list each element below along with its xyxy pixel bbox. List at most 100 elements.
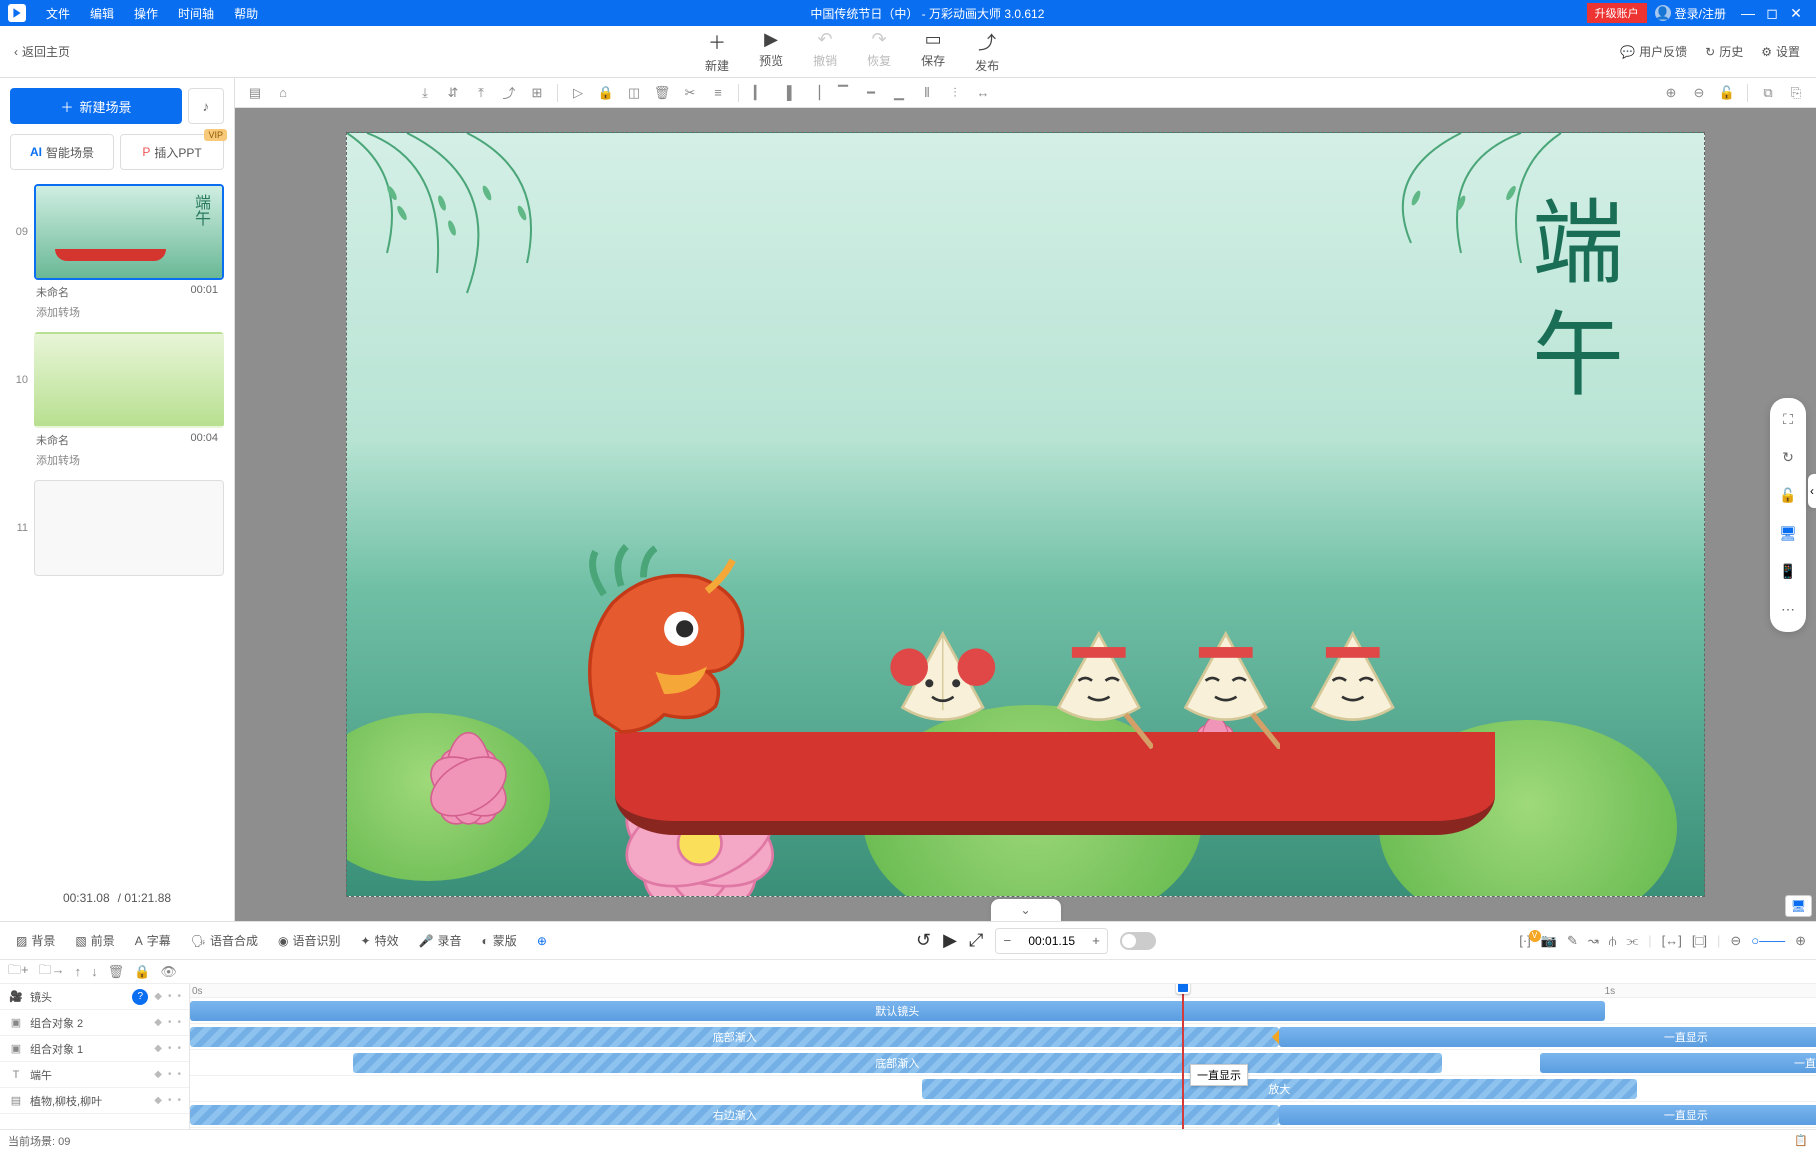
timeline-bar[interactable]: 一直显示	[1540, 1053, 1816, 1073]
bracket-icon[interactable]: [↔]	[1662, 933, 1682, 949]
time-plus-button[interactable]: +	[1085, 929, 1107, 953]
unlock-icon[interactable]: 🔓	[1776, 484, 1800, 508]
align-icon[interactable]: ≡	[706, 81, 730, 105]
desktop-view-icon[interactable]: 🖥	[1776, 522, 1800, 546]
account-button[interactable]: 👤 登录/注册	[1655, 5, 1726, 22]
paste-icon[interactable]: 📋	[1794, 1134, 1808, 1147]
redo-button[interactable]: ↷恢复	[867, 29, 891, 74]
rotate-icon[interactable]: ↻	[1776, 446, 1800, 470]
delete-icon[interactable]: 🗑	[650, 81, 674, 105]
tts-tab[interactable]: 🗣语音合成	[185, 932, 264, 949]
clip-icon[interactable]: ✂	[678, 81, 702, 105]
scene-thumbnail[interactable]: 端午	[34, 184, 224, 280]
collapse-button[interactable]: ⌄	[990, 899, 1060, 921]
expand-button[interactable]: ⤢	[969, 930, 983, 951]
track-row[interactable]: ▣组合对象 1◆••	[0, 1036, 189, 1062]
playhead[interactable]	[1182, 984, 1184, 1129]
mobile-view-icon[interactable]: 📱	[1776, 560, 1800, 584]
track-row[interactable]: T端午◆••	[0, 1062, 189, 1088]
align-icon[interactable]: ⤴	[497, 81, 521, 105]
lock-icon[interactable]: 🔒	[594, 81, 618, 105]
fg-tab[interactable]: ▧前景	[69, 932, 120, 949]
align-middle-icon[interactable]: ━	[859, 81, 883, 105]
new-scene-button[interactable]: ＋新建场景	[10, 88, 182, 124]
align-center-icon[interactable]: ▐	[775, 81, 799, 105]
canvas-title-text[interactable]: 端午	[1503, 194, 1636, 418]
music-button[interactable]: ♪	[188, 88, 224, 124]
zoom-in-icon[interactable]: ⊕	[1795, 933, 1806, 949]
bracket-icon[interactable]: [□]	[1692, 933, 1707, 949]
bg-tab[interactable]: ▨背景	[10, 932, 61, 949]
delete-icon[interactable]: 🗑	[108, 964, 125, 980]
camera-icon[interactable]: 📷	[1541, 933, 1557, 949]
move-up-icon[interactable]: ↑	[75, 964, 82, 979]
history-button[interactable]: ↻历史	[1705, 43, 1743, 60]
smart-scene-button[interactable]: AI智能场景	[10, 134, 114, 170]
more-button[interactable]: ⊕	[531, 934, 553, 948]
time-input[interactable]: − 00:01.15 +	[995, 928, 1108, 954]
add-item-icon[interactable]: 🗀→	[39, 961, 65, 983]
align-top-icon[interactable]: ▔	[831, 81, 855, 105]
align-bottom-icon[interactable]: ▁	[887, 81, 911, 105]
undo-button[interactable]: ↶撤销	[813, 29, 837, 74]
lock-icon[interactable]: 🔓	[1715, 81, 1739, 105]
menu-timeline[interactable]: 时间轴	[168, 5, 224, 22]
layers-icon[interactable]: ▤	[243, 81, 267, 105]
timeline-bar[interactable]: 底部渐入	[190, 1027, 1279, 1047]
fullscreen-icon[interactable]: ⛶	[1776, 408, 1800, 432]
effect-tab[interactable]: ✦特效	[355, 932, 405, 949]
track-lane[interactable]: 底部渐入 一直显示	[190, 1050, 1816, 1076]
display-toggle-button[interactable]: 🖥	[1785, 895, 1812, 917]
record-tab[interactable]: 🎤录音	[413, 932, 468, 949]
canvas[interactable]: 端午	[346, 132, 1706, 897]
timeline-bar[interactable]: 右边渐入	[190, 1105, 1279, 1125]
align-icon[interactable]: ⊞	[525, 81, 549, 105]
side-expand-button[interactable]: ‹	[1808, 474, 1816, 508]
mask-tab[interactable]: ◐蒙版	[476, 932, 523, 949]
play-button[interactable]: ▶	[943, 930, 957, 951]
zoom-slider[interactable]: ○——	[1751, 933, 1785, 949]
menu-edit[interactable]: 编辑	[80, 5, 124, 22]
save-button[interactable]: ▭保存	[921, 29, 945, 74]
lock-icon[interactable]: 🔒	[134, 964, 150, 980]
timeline-ruler[interactable]: 0s 1s	[190, 984, 1816, 998]
settings-button[interactable]: ⚙设置	[1761, 43, 1800, 60]
zoom-out-icon[interactable]: ⊖	[1730, 933, 1741, 949]
spacing-icon[interactable]: ↔	[971, 81, 995, 105]
help-icon[interactable]: ?	[132, 989, 148, 1005]
align-left-icon[interactable]: ▎	[747, 81, 771, 105]
more-icon[interactable]: ⋯	[1776, 598, 1800, 622]
time-minus-button[interactable]: −	[996, 929, 1018, 953]
add-transition-button[interactable]: 添加转场	[10, 300, 224, 324]
visibility-icon[interactable]: 👁	[160, 964, 177, 980]
scene-thumbnail[interactable]	[34, 480, 224, 576]
zoom-out-icon[interactable]: ⊖	[1687, 81, 1711, 105]
track-row[interactable]: ▣组合对象 2◆••	[0, 1010, 189, 1036]
timeline-bar[interactable]: 底部渐入	[353, 1053, 1442, 1073]
move-down-icon[interactable]: ↓	[91, 964, 98, 979]
toggle-switch[interactable]	[1120, 932, 1156, 950]
home-icon[interactable]: ⌂	[271, 81, 295, 105]
distribute-icon[interactable]: ⫴	[915, 81, 939, 105]
filter-icon[interactable]: ⫛	[1609, 933, 1617, 949]
track-row[interactable]: 🎥镜头?◆••	[0, 984, 189, 1010]
maximize-button[interactable]: ◻	[1760, 5, 1784, 22]
timeline-tracks[interactable]: 0s 1s 默认镜头底部渐入一直显示底部渐入一直显示放大一直显右边渐入一直显示 …	[190, 984, 1816, 1129]
align-icon[interactable]: ⇵	[441, 81, 465, 105]
timeline-bar[interactable]: 默认镜头	[190, 1001, 1605, 1021]
rewind-button[interactable]: ↺	[916, 930, 931, 951]
path-icon[interactable]: ↝	[1588, 933, 1599, 949]
add-folder-icon[interactable]: 🗀+	[8, 961, 29, 983]
close-button[interactable]: ✕	[1784, 5, 1808, 22]
align-icon[interactable]: ⤒	[469, 81, 493, 105]
track-lane[interactable]: 右边渐入一直显示	[190, 1102, 1816, 1128]
subtitle-tab[interactable]: A字幕	[129, 932, 177, 949]
link-icon[interactable]: ⫘	[1627, 933, 1639, 949]
menu-help[interactable]: 帮助	[224, 5, 268, 22]
add-transition-button[interactable]: 添加转场	[10, 448, 224, 472]
timeline-bar[interactable]: 一直显示	[1279, 1027, 1816, 1047]
align-right-icon[interactable]: ▕	[803, 81, 827, 105]
insert-ppt-button[interactable]: P插入PPTVIP	[120, 134, 224, 170]
upgrade-button[interactable]: 升级账户	[1587, 3, 1647, 23]
asr-tab[interactable]: ◉语音识别	[272, 932, 347, 949]
